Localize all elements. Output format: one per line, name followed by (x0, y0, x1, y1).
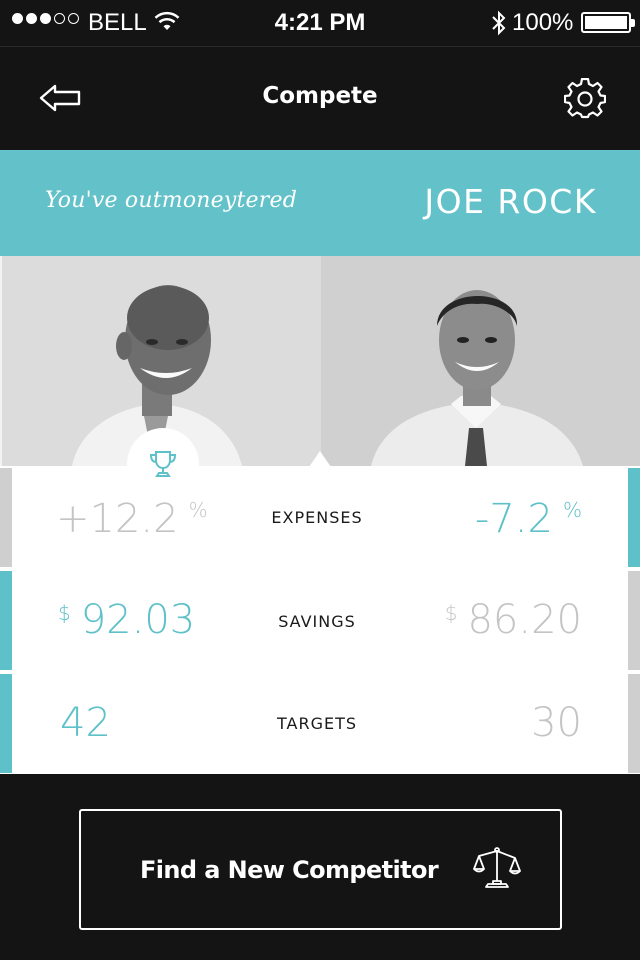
nav-bar: Compete (0, 46, 640, 150)
trophy-icon (149, 451, 177, 477)
stat-row-expenses: +12.2% EXPENSES -7.2% (0, 466, 640, 569)
stat-row-targets: 42 TARGETS 30 (0, 672, 640, 775)
bluetooth-icon (492, 10, 506, 36)
page-title: Compete (262, 83, 378, 109)
selection-pointer (309, 451, 331, 467)
stat-row-savings: $92.03 SAVINGS $86.20 (0, 569, 640, 672)
result-caption: You've outmoneytered (45, 188, 297, 213)
battery-percent: 100% (512, 9, 574, 36)
status-bar: BELL 4:21 PM 100% (0, 0, 640, 46)
opponent-avatar (321, 256, 640, 466)
winner-badge (127, 428, 199, 500)
gear-icon[interactable] (564, 78, 606, 120)
opponent-savings-value: $86.20 (444, 597, 582, 643)
stats-table: +12.2% EXPENSES -7.2% $92.03 SAVINGS $86… (0, 466, 640, 774)
find-competitor-button[interactable]: Find a New Competitor (79, 809, 562, 930)
bottom-area: Find a New Competitor (0, 774, 640, 960)
find-competitor-label: Find a New Competitor (140, 856, 439, 884)
result-banner: You've outmoneytered JOE ROCK (0, 150, 640, 256)
battery-icon (581, 12, 635, 33)
competitor-portraits (0, 256, 640, 466)
opponent-name: JOE ROCK (424, 182, 597, 221)
opponent-targets-value: 30 (531, 700, 582, 746)
opponent-expenses-value: -7.2% (474, 496, 582, 542)
balance-scale-icon (473, 847, 521, 888)
